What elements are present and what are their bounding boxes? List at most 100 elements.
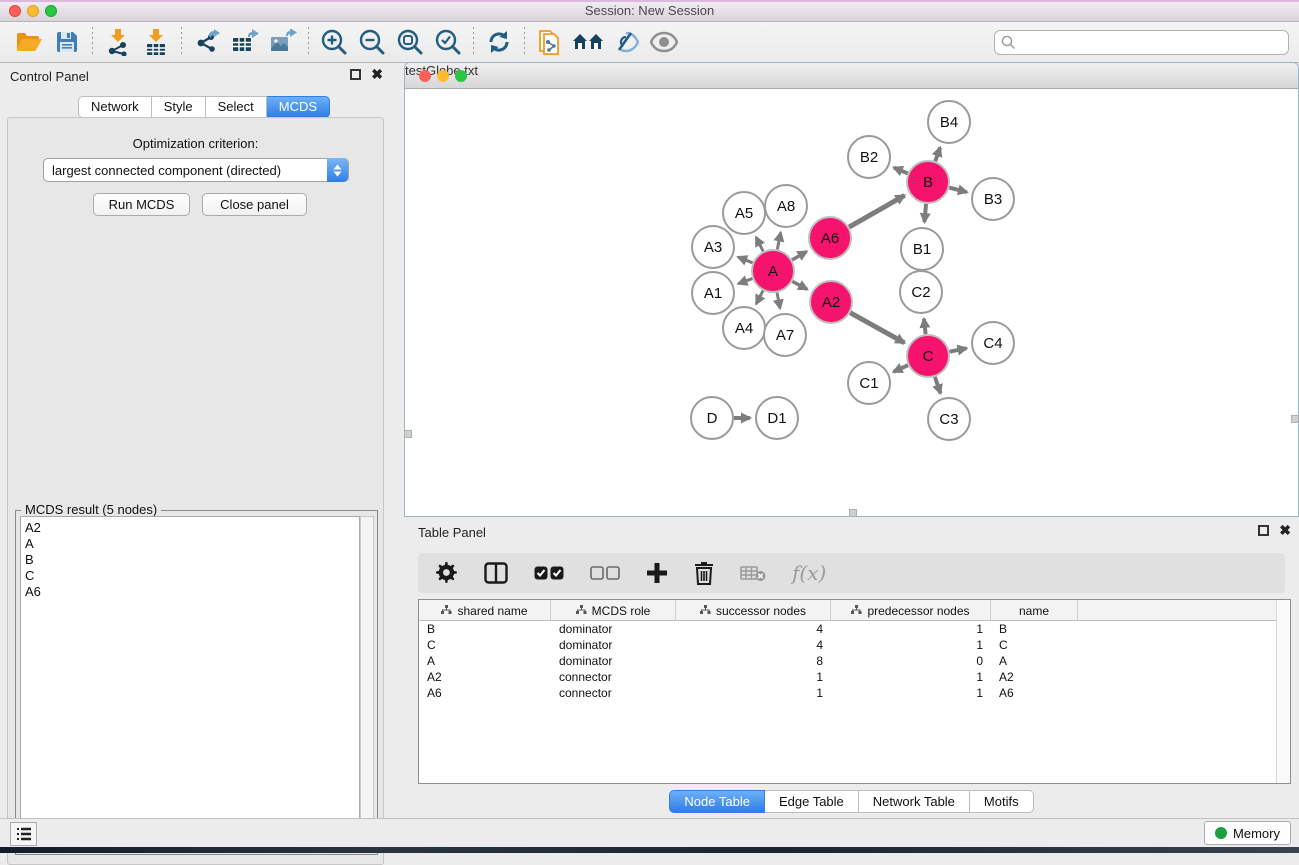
node-A7[interactable]: A7 <box>764 314 806 356</box>
table-cell[interactable]: C <box>419 637 551 653</box>
edge-C-C3[interactable] <box>935 377 941 394</box>
import-table-icon[interactable] <box>137 26 175 58</box>
table-cell[interactable]: A2 <box>991 669 1078 685</box>
edge-C-C1[interactable] <box>894 365 908 372</box>
import-network-icon[interactable] <box>99 26 137 58</box>
column-header-predecessor-nodes[interactable]: predecessor nodes <box>831 600 991 621</box>
table-cell[interactable]: 1 <box>831 669 991 685</box>
table-cell[interactable]: 0 <box>831 653 991 669</box>
select-all-checkboxes-icon[interactable] <box>534 566 564 580</box>
table-cell[interactable]: dominator <box>551 637 676 653</box>
node-B[interactable]: B <box>907 161 949 203</box>
table-cell[interactable]: 1 <box>831 621 991 637</box>
run-mcds-button[interactable]: Run MCDS <box>93 193 190 216</box>
table-cell[interactable]: connector <box>551 685 676 701</box>
network-zoom-button[interactable] <box>455 70 467 82</box>
table-scrollbar[interactable] <box>1276 600 1290 783</box>
node-C3[interactable]: C3 <box>928 398 970 440</box>
table-cell[interactable]: 4 <box>676 621 831 637</box>
function-builder-icon[interactable]: f(x) <box>792 561 826 585</box>
mcds-result-item[interactable]: A2 <box>25 520 359 536</box>
tab-network[interactable]: Network <box>78 96 152 118</box>
node-table[interactable]: shared nameMCDS rolesuccessor nodesprede… <box>418 599 1291 784</box>
node-D1[interactable]: D1 <box>756 397 798 439</box>
close-panel-button[interactable]: Close panel <box>202 193 307 216</box>
node-B1[interactable]: B1 <box>901 228 943 270</box>
float-panel-icon[interactable] <box>350 69 361 80</box>
view-left-scroll-mark[interactable] <box>404 430 412 438</box>
home-view-icon[interactable] <box>569 26 607 58</box>
node-A2[interactable]: A2 <box>810 281 852 323</box>
close-table-panel-icon[interactable]: ✖ <box>1279 525 1291 536</box>
table-row[interactable]: Cdominator41C <box>419 637 1290 653</box>
edge-A-A8[interactable] <box>777 232 780 249</box>
tab-network-table[interactable]: Network Table <box>859 790 970 813</box>
zoom-in-icon[interactable] <box>315 26 353 58</box>
node-A6[interactable]: A6 <box>809 217 851 259</box>
table-cell[interactable]: 4 <box>676 637 831 653</box>
mcds-result-scrollbar[interactable] <box>360 516 374 851</box>
table-cell[interactable]: A6 <box>991 685 1078 701</box>
float-table-panel-icon[interactable] <box>1258 525 1269 536</box>
column-header-name[interactable]: name <box>991 600 1078 621</box>
network-window-titlebar[interactable]: testGlobe.txt <box>405 63 1298 89</box>
zoom-fit-icon[interactable] <box>391 26 429 58</box>
table-cell[interactable]: B <box>991 621 1078 637</box>
zoom-selected-icon[interactable] <box>429 26 467 58</box>
save-session-icon[interactable] <box>48 26 86 58</box>
network-graph[interactable]: AA1A2A3A4A5A6A7A8BB1B2B3B4CC1C2C3C4DD1 <box>406 90 1297 516</box>
table-row[interactable]: Bdominator41B <box>419 621 1290 637</box>
column-header-MCDS-role[interactable]: MCDS role <box>551 600 676 621</box>
edge-B-B1[interactable] <box>924 204 926 222</box>
node-C4[interactable]: C4 <box>972 322 1014 364</box>
table-cell[interactable]: B <box>419 621 551 637</box>
table-cell[interactable]: 8 <box>676 653 831 669</box>
split-columns-icon[interactable] <box>484 562 508 584</box>
node-B3[interactable]: B3 <box>972 178 1014 220</box>
tab-node-table[interactable]: Node Table <box>669 790 765 813</box>
delete-column-trash-icon[interactable] <box>694 561 714 585</box>
table-cell[interactable]: A <box>991 653 1078 669</box>
zoom-out-icon[interactable] <box>353 26 391 58</box>
edge-A-A6[interactable] <box>792 252 807 260</box>
network-close-button[interactable] <box>419 70 431 82</box>
edge-A-A5[interactable] <box>756 237 763 251</box>
export-image-icon[interactable] <box>264 26 302 58</box>
node-A1[interactable]: A1 <box>692 272 734 314</box>
edge-A-A2[interactable] <box>792 281 807 289</box>
table-cell[interactable]: 1 <box>831 637 991 653</box>
table-cell[interactable]: dominator <box>551 621 676 637</box>
table-cell[interactable]: dominator <box>551 653 676 669</box>
node-D[interactable]: D <box>691 397 733 439</box>
task-history-button[interactable] <box>10 822 37 846</box>
mcds-result-list[interactable]: A2ABCA6 <box>20 516 360 851</box>
settings-gear-icon[interactable] <box>436 562 458 584</box>
node-A5[interactable]: A5 <box>723 192 765 234</box>
table-cell[interactable]: 1 <box>676 685 831 701</box>
criterion-select[interactable]: largest connected component (directed) <box>43 158 349 182</box>
column-header-shared-name[interactable]: shared name <box>419 600 551 621</box>
node-A8[interactable]: A8 <box>765 185 807 227</box>
mcds-result-item[interactable]: C <box>25 568 359 584</box>
network-canvas[interactable]: AA1A2A3A4A5A6A7A8BB1B2B3B4CC1C2C3C4DD1 <box>406 90 1297 516</box>
tab-edge-table[interactable]: Edge Table <box>765 790 859 813</box>
delete-table-icon[interactable] <box>740 564 766 582</box>
table-cell[interactable]: 1 <box>676 669 831 685</box>
node-A4[interactable]: A4 <box>723 307 765 349</box>
view-bottom-scroll-mark[interactable] <box>849 509 857 517</box>
tab-motifs[interactable]: Motifs <box>970 790 1034 813</box>
edge-C-C4[interactable] <box>950 348 967 351</box>
node-C2[interactable]: C2 <box>900 271 942 313</box>
export-table-icon[interactable] <box>226 26 264 58</box>
table-cell[interactable]: connector <box>551 669 676 685</box>
table-cell[interactable]: C <box>991 637 1078 653</box>
close-panel-icon[interactable]: ✖ <box>371 69 383 80</box>
tab-style[interactable]: Style <box>152 96 206 118</box>
node-C[interactable]: C <box>907 335 949 377</box>
new-network-icon[interactable] <box>531 26 569 58</box>
edge-B-B3[interactable] <box>949 188 967 193</box>
network-minimize-button[interactable] <box>437 70 449 82</box>
node-C1[interactable]: C1 <box>848 362 890 404</box>
add-column-icon[interactable] <box>646 562 668 584</box>
column-header-successor-nodes[interactable]: successor nodes <box>676 600 831 621</box>
